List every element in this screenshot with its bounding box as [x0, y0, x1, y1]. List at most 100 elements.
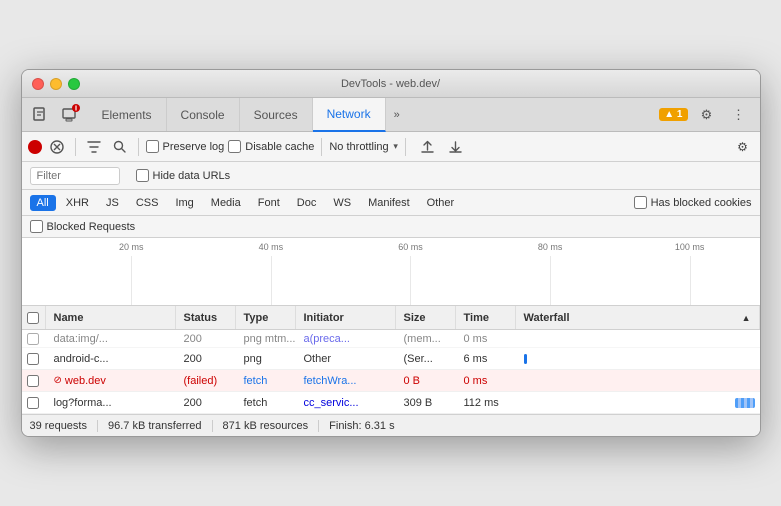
- tabs-row: Elements Console Sources Network » ▲ 1 ⚙…: [22, 98, 760, 132]
- settings-icon[interactable]: ⚙: [694, 102, 720, 128]
- has-blocked-cookies-area: Has blocked cookies: [634, 196, 752, 209]
- td-checkbox[interactable]: [22, 370, 46, 391]
- network-settings-icon[interactable]: ⚙: [732, 136, 754, 158]
- th-time[interactable]: Time: [456, 306, 516, 329]
- devtools-window: DevTools - web.dev/ Elements: [21, 69, 761, 437]
- td-checkbox[interactable]: [22, 348, 46, 369]
- finish-time: Finish: 6.31 s: [319, 420, 404, 432]
- filter-btn-font[interactable]: Font: [251, 195, 287, 211]
- tab-network[interactable]: Network: [313, 98, 386, 132]
- filter-btn-all[interactable]: All: [30, 195, 56, 211]
- filter-btn-css[interactable]: CSS: [129, 195, 166, 211]
- throttle-select[interactable]: No throttling Fast 3G Slow 3G Offline: [329, 141, 403, 153]
- td-size: (mem...: [396, 330, 456, 347]
- th-waterfall[interactable]: Waterfall ▲: [516, 306, 760, 329]
- ruler-mark-20ms: 20 ms: [62, 242, 202, 252]
- filter-icon[interactable]: [83, 136, 105, 158]
- hide-data-urls-checkbox[interactable]: Hide data URLs: [136, 169, 231, 182]
- timeline-area: 20 ms 40 ms 60 ms 80 ms 100 ms: [22, 238, 760, 306]
- table-row[interactable]: data:img/... 200 png mtm... a(preca... (…: [22, 330, 760, 348]
- td-type: png: [236, 348, 296, 369]
- filter-btn-doc[interactable]: Doc: [290, 195, 324, 211]
- td-status: (failed): [176, 370, 236, 391]
- requests-table: Name Status Type Initiator Size Time Wat…: [22, 306, 760, 414]
- traffic-lights: [32, 78, 80, 90]
- network-toolbar: Preserve log Disable cache No throttling…: [22, 132, 760, 162]
- download-icon[interactable]: [445, 136, 467, 158]
- td-waterfall: [516, 330, 760, 347]
- filter-btn-js[interactable]: JS: [99, 195, 126, 211]
- warning-badge[interactable]: ▲ 1: [659, 108, 687, 121]
- th-size[interactable]: Size: [396, 306, 456, 329]
- filter-btn-img[interactable]: Img: [168, 195, 200, 211]
- record-button[interactable]: [28, 140, 42, 154]
- divider2: [138, 138, 139, 156]
- ruler-mark-80ms: 80 ms: [480, 242, 620, 252]
- td-checkbox[interactable]: [22, 330, 46, 347]
- td-time: 112 ms: [456, 392, 516, 413]
- th-type[interactable]: Type: [236, 306, 296, 329]
- filter-btn-xhr[interactable]: XHR: [59, 195, 96, 211]
- waterfall-bar-stripe: [735, 398, 755, 408]
- preserve-log-checkbox[interactable]: Preserve log: [146, 140, 225, 153]
- td-status: 200: [176, 330, 236, 347]
- td-type: fetch: [236, 370, 296, 391]
- table-row[interactable]: log?forma... 200 fetch cc_servic... 309 …: [22, 392, 760, 414]
- timeline-ruler: 20 ms 40 ms 60 ms 80 ms 100 ms: [22, 238, 760, 252]
- error-icon: ⊘: [54, 375, 62, 386]
- maximize-button[interactable]: [68, 78, 80, 90]
- table-row[interactable]: ⊘ web.dev (failed) fetch fetchWra... 0 B…: [22, 370, 760, 392]
- device-icon[interactable]: [56, 102, 82, 128]
- has-blocked-cookies-checkbox[interactable]: Has blocked cookies: [634, 196, 752, 209]
- td-name: ⊘ web.dev: [46, 370, 176, 391]
- td-size: (Ser...: [396, 348, 456, 369]
- minimize-button[interactable]: [50, 78, 62, 90]
- filter-btn-manifest[interactable]: Manifest: [361, 195, 417, 211]
- requests-count: 39 requests: [30, 420, 98, 432]
- tab-sources[interactable]: Sources: [240, 98, 313, 131]
- td-time: 0 ms: [456, 330, 516, 347]
- throttle-select-wrapper[interactable]: No throttling Fast 3G Slow 3G Offline ▾: [329, 141, 398, 153]
- td-type: png mtm...: [236, 330, 296, 347]
- td-initiator: fetchWra...: [296, 370, 396, 391]
- more-options-icon[interactable]: ⋮: [726, 102, 752, 128]
- divider3: [321, 138, 322, 156]
- select-all-checkbox[interactable]: [27, 312, 39, 324]
- td-initiator: cc_servic...: [296, 392, 396, 413]
- ruler-mark-60ms: 60 ms: [341, 242, 481, 252]
- filter-btn-media[interactable]: Media: [204, 195, 248, 211]
- upload-icon[interactable]: [417, 136, 439, 158]
- toolbar-settings: ⚙: [732, 136, 754, 158]
- tab-more-button[interactable]: »: [386, 98, 408, 131]
- inspect-icon[interactable]: [28, 102, 54, 128]
- status-bar: 39 requests 96.7 kB transferred 871 kB r…: [22, 414, 760, 436]
- table-row[interactable]: android-c... 200 png Other (Ser... 6 ms: [22, 348, 760, 370]
- filter-row: Hide data URLs: [22, 162, 760, 190]
- filter-btn-other[interactable]: Other: [420, 195, 462, 211]
- td-size: 0 B: [396, 370, 456, 391]
- td-waterfall: [516, 370, 760, 391]
- blocked-requests-checkbox[interactable]: Blocked Requests: [30, 220, 136, 233]
- th-status[interactable]: Status: [176, 306, 236, 329]
- transferred-size: 96.7 kB transferred: [98, 420, 213, 432]
- resources-size: 871 kB resources: [213, 420, 320, 432]
- filter-btn-ws[interactable]: WS: [326, 195, 358, 211]
- th-name[interactable]: Name: [46, 306, 176, 329]
- th-initiator[interactable]: Initiator: [296, 306, 396, 329]
- td-name: android-c...: [46, 348, 176, 369]
- close-button[interactable]: [32, 78, 44, 90]
- td-checkbox[interactable]: [22, 392, 46, 413]
- th-checkbox: [22, 306, 46, 329]
- tab-console[interactable]: Console: [167, 98, 240, 131]
- disable-cache-checkbox[interactable]: Disable cache: [228, 140, 314, 153]
- filter-input[interactable]: [30, 167, 120, 185]
- td-size: 309 B: [396, 392, 456, 413]
- td-waterfall: [516, 392, 760, 413]
- ruler-mark-40ms: 40 ms: [201, 242, 341, 252]
- td-status: 200: [176, 348, 236, 369]
- search-icon[interactable]: [109, 136, 131, 158]
- td-status: 200: [176, 392, 236, 413]
- clear-button[interactable]: [46, 136, 68, 158]
- blocked-requests-row: Blocked Requests: [22, 216, 760, 238]
- tab-elements[interactable]: Elements: [88, 98, 167, 131]
